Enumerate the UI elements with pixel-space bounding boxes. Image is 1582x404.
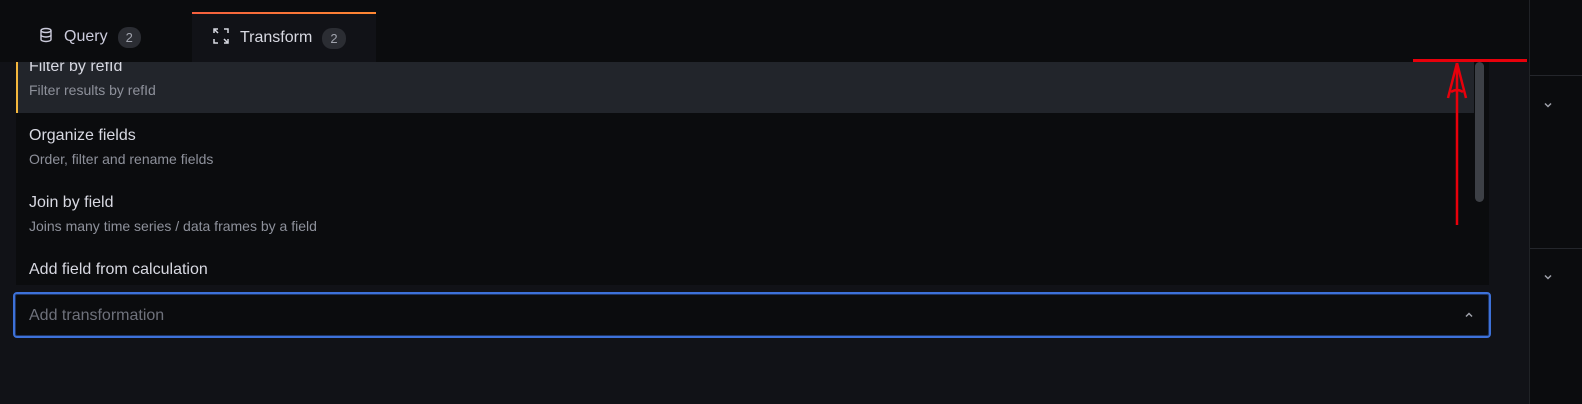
chevron-down-icon[interactable]	[1542, 98, 1554, 116]
chevron-up-icon[interactable]	[1463, 308, 1475, 326]
panel-divider	[1530, 248, 1582, 249]
option-organize-fields[interactable]: Organize fields Order, filter and rename…	[16, 127, 1474, 187]
tab-transform-count: 2	[322, 27, 346, 49]
option-title: Organize fields	[29, 127, 136, 144]
tab-transform-label: Transform	[240, 29, 313, 46]
editor-tab-bar: Query 2 Transform 2	[0, 0, 1529, 62]
right-side-panel	[1529, 0, 1582, 404]
option-title: Filter by refId	[29, 62, 123, 75]
transformation-dropdown-menu: Filter by refId Filter results by refId …	[16, 62, 1489, 285]
dropdown-scrollbar[interactable]	[1475, 62, 1484, 202]
tab-transform[interactable]: Transform 2	[192, 12, 376, 62]
option-filter-by-refid[interactable]: Filter by refId Filter results by refId	[16, 62, 1474, 113]
database-icon	[38, 27, 54, 48]
option-description: Joins many time series / data frames by …	[29, 218, 317, 234]
tab-query-label: Query	[64, 28, 108, 45]
tab-query-count: 2	[117, 26, 141, 48]
option-description: Order, filter and rename fields	[29, 151, 214, 167]
add-transformation-input[interactable]	[27, 294, 1451, 338]
option-add-field-from-calculation[interactable]: Add field from calculation	[16, 261, 1474, 285]
option-title: Add field from calculation	[29, 261, 208, 278]
option-join-by-field[interactable]: Join by field Joins many time series / d…	[16, 194, 1474, 254]
transform-icon	[212, 27, 230, 50]
option-title: Join by field	[29, 194, 114, 211]
option-description: Filter results by refId	[29, 82, 156, 98]
tab-query[interactable]: Query 2	[18, 12, 190, 62]
annotation-arrow-icon	[1443, 60, 1471, 235]
add-transformation-select[interactable]	[13, 292, 1491, 338]
panel-divider	[1530, 75, 1582, 76]
chevron-down-icon[interactable]	[1542, 270, 1554, 288]
